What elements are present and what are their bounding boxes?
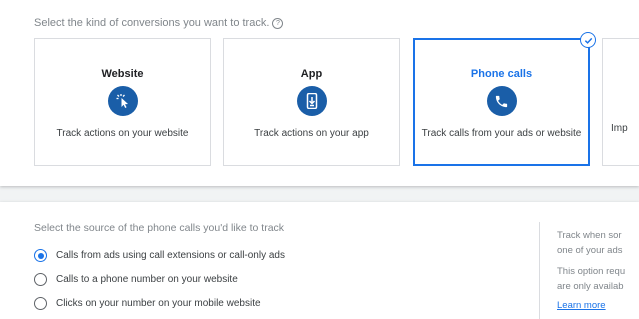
tile-phone-calls[interactable]: Phone calls Track calls from your ads or…	[413, 32, 596, 166]
check-icon	[580, 32, 596, 48]
call-source-prompt: Select the source of the phone calls you…	[34, 222, 285, 234]
tile-description: Imp	[611, 123, 628, 134]
radio-button[interactable]	[34, 297, 47, 310]
tile-app[interactable]: App Track actions on your app	[223, 38, 400, 166]
tile-description: Track actions on your website	[56, 128, 189, 139]
divider	[539, 222, 540, 319]
side-info-line: Track when sor	[557, 230, 622, 241]
tile-description: Track calls from your ads or website	[421, 128, 582, 139]
radio-button[interactable]	[34, 249, 47, 262]
tile-website[interactable]: Website Track actions on your website	[34, 38, 211, 166]
conversion-kind-card: Select the kind of conversions you want …	[0, 0, 639, 186]
radio-option-call-extensions[interactable]: Calls from ads using call extensions or …	[34, 249, 285, 262]
radio-label: Clicks on your number on your mobile web…	[56, 298, 261, 309]
radio-button[interactable]	[34, 273, 47, 286]
tile-description: Track actions on your app	[254, 128, 369, 139]
side-info-line: one of your ads	[557, 245, 623, 256]
phone-icon	[486, 86, 517, 116]
tile-title: App	[300, 68, 323, 80]
help-icon[interactable]: ?	[272, 17, 284, 29]
tile-title: Phone calls	[470, 68, 533, 80]
side-info-line: are only availab	[557, 281, 624, 292]
call-source-card: Select the source of the phone calls you…	[0, 202, 639, 319]
side-info-line: This option requ	[557, 266, 626, 277]
radio-label: Calls to a phone number on your website	[56, 274, 238, 285]
radio-option-mobile-clicks[interactable]: Clicks on your number on your mobile web…	[34, 297, 261, 310]
learn-more-link[interactable]: Learn more	[557, 300, 606, 311]
tile-import[interactable]: Imp	[602, 38, 639, 166]
mobile-download-icon	[296, 86, 327, 116]
cursor-click-icon	[107, 86, 138, 116]
radio-option-website-number[interactable]: Calls to a phone number on your website	[34, 273, 238, 286]
tile-title: Website	[101, 68, 144, 80]
conversion-kind-prompt: Select the kind of conversions you want …	[34, 17, 284, 29]
radio-label: Calls from ads using call extensions or …	[56, 250, 285, 261]
